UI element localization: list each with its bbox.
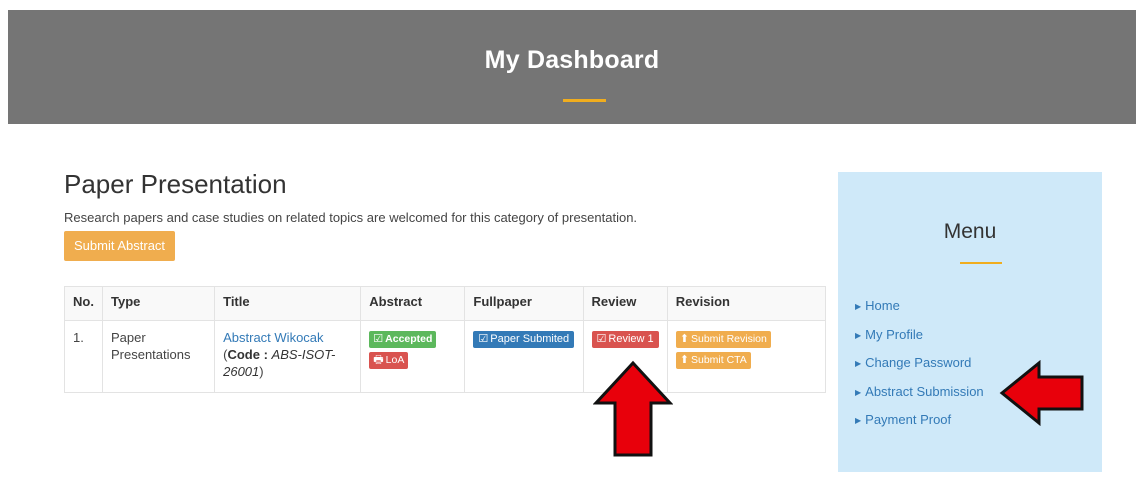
table-row: 1. Paper Presentations Abstract Wikocak … — [64, 320, 827, 393]
menu-item-label: Payment Proof — [865, 412, 952, 427]
caret-right-icon: ▶ — [855, 387, 862, 397]
code-value-2: 26001 — [223, 364, 260, 379]
paper-submitted-label: Paper Submited — [490, 333, 570, 345]
review-1-button[interactable]: ☑ Review 1 — [591, 331, 659, 348]
cell-title: Abstract Wikocak (Code : ABS-ISOT- 26001… — [214, 320, 362, 393]
submit-revision-button[interactable]: ⬆ Submit Revision — [675, 331, 771, 348]
menu-title: Menu — [943, 220, 997, 243]
menu-item-my-profile[interactable]: ▶ My Profile — [855, 325, 984, 354]
menu-underline — [960, 262, 1002, 264]
page-title: My Dashboard — [484, 46, 660, 74]
submit-revision-label: Submit Revision — [690, 333, 767, 345]
header-title: Title — [214, 286, 362, 321]
page-header: My Dashboard — [8, 10, 1136, 124]
check-square-icon: ☑ — [373, 333, 384, 345]
table-header-row: No. Type Title Abstract Fullpaper Review… — [64, 286, 827, 321]
header-review: Review — [582, 286, 668, 321]
accepted-badge: ☑ Accepted — [369, 331, 437, 348]
menu-item-payment-proof[interactable]: ▶ Payment Proof — [855, 410, 984, 439]
section-description: Research papers and case studies on rela… — [64, 210, 638, 225]
caret-right-icon: ▶ — [855, 359, 862, 368]
red-arrow-icon — [593, 360, 673, 457]
cell-type: Paper Presentations — [101, 320, 216, 393]
menu-item-abstract-submission[interactable]: ▶ Abstract Submission — [855, 382, 984, 411]
header-fullpaper: Fullpaper — [464, 286, 584, 321]
header-abstract: Abstract — [360, 286, 466, 321]
papers-table: No. Type Title Abstract Fullpaper Review… — [64, 286, 827, 393]
code-label: Code : — [227, 347, 268, 362]
menu-item-label: My Profile — [865, 326, 923, 342]
abstract-title-link[interactable]: Abstract Wikocak — [223, 330, 323, 345]
submit-abstract-button[interactable]: Submit Abstract — [64, 231, 176, 261]
printer-icon: 🖶 — [373, 354, 384, 366]
section-title: Paper Presentation — [64, 169, 287, 199]
submit-cta-button[interactable]: ⬆ Submit CTA — [675, 352, 751, 369]
cell-fullpaper: ☑ Paper Submited — [464, 320, 584, 393]
header-revision: Revision — [666, 286, 827, 321]
type-line-2: Presentations — [110, 347, 191, 362]
accepted-label: Accepted — [385, 333, 433, 345]
upload-circle-icon: ⬆ — [679, 333, 689, 345]
menu-list: ▶ Home ▶ My Profile ▶ Change Password ▶ Abst… — [855, 296, 984, 439]
caret-right-icon: ▶ — [855, 302, 862, 311]
paper-submitted-button[interactable]: ☑ Paper Submited — [473, 331, 575, 348]
upload-circle-icon: ⬆ — [679, 354, 689, 366]
review-label: Review 1 — [608, 333, 654, 345]
menu-item-change-password[interactable]: ▶ Change Password — [855, 353, 984, 382]
title-underline — [563, 99, 606, 102]
type-line-1: Paper — [110, 330, 146, 345]
cell-no: 1. — [64, 320, 103, 393]
code-value-1: ABS-ISOT- — [271, 347, 336, 362]
menu-item-label: Change Password — [865, 355, 972, 370]
cell-abstract: ☑ Accepted 🖶 LoA — [360, 320, 466, 393]
main-content: Paper Presentation Research papers and c… — [64, 168, 827, 393]
check-square-icon: ☑ — [596, 333, 607, 345]
submit-cta-label: Submit CTA — [690, 354, 747, 366]
menu-item-label: Abstract Submission — [865, 383, 984, 399]
header-no: No. — [64, 286, 103, 321]
menu-item-label: Home — [865, 298, 900, 313]
caret-right-icon: ▶ — [855, 416, 862, 425]
loa-button[interactable]: 🖶 LoA — [369, 352, 409, 369]
red-arrow-icon — [999, 360, 1084, 426]
menu-item-home[interactable]: ▶ Home — [855, 296, 984, 325]
cell-revision: ⬆ Submit Revision ⬆ Submit CTA — [666, 320, 827, 393]
header-type: Type — [101, 286, 216, 321]
caret-right-icon: ▶ — [855, 330, 862, 340]
loa-label: LoA — [385, 354, 405, 366]
check-square-icon: ☑ — [478, 333, 489, 345]
